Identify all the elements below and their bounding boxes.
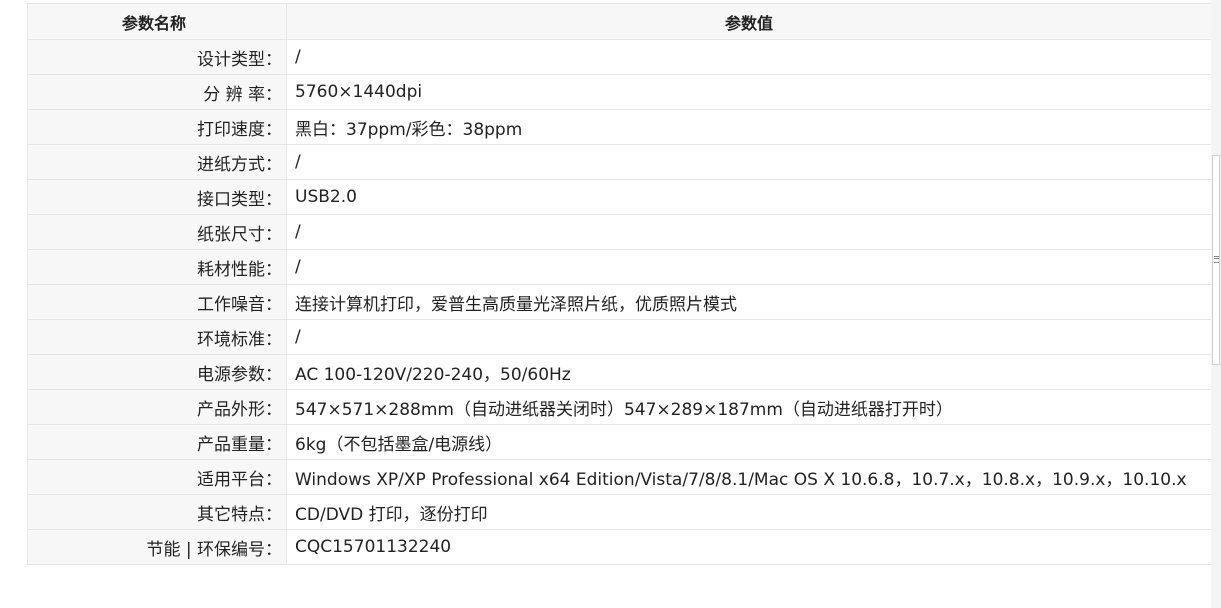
table-row: 接口类型： USB2.0 [27,179,1212,215]
vertical-scrollbar[interactable] [1211,0,1221,608]
param-value: Windows XP/XP Professional x64 Edition/V… [286,459,1212,495]
table-row: 分 辨 率： 5760×1440dpi [27,74,1212,110]
param-value: 连接计算机打印，爱普生高质量光泽照片纸，优质照片模式 [286,284,1212,320]
param-value: CQC15701132240 [286,529,1212,565]
param-name: 环境标准： [27,319,287,355]
table-row: 节能 | 环保编号： CQC15701132240 [27,529,1212,565]
param-value: / [286,144,1212,180]
param-name: 其它特点： [27,494,287,530]
table-row: 环境标准： / [27,319,1212,355]
param-name: 设计类型： [27,39,287,75]
table-row: 其它特点： CD/DVD 打印，逐份打印 [27,494,1212,530]
table-row: 适用平台： Windows XP/XP Professional x64 Edi… [27,459,1212,495]
table-row: 纸张尺寸： / [27,214,1212,250]
table-row: 打印速度： 黑白：37ppm/彩色：38ppm [27,109,1212,145]
table-row: 产品重量： 6kg（不包括墨盒/电源线） [27,424,1212,460]
table-row: 工作噪音： 连接计算机打印，爱普生高质量光泽照片纸，优质照片模式 [27,284,1212,320]
param-value: 6kg（不包括墨盒/电源线） [286,424,1212,460]
param-value: / [286,39,1212,75]
header-param-name: 参数名称 [27,3,287,40]
param-name: 分 辨 率： [27,74,287,110]
param-value: / [286,319,1212,355]
param-value: 5760×1440dpi [286,74,1212,110]
table-row: 设计类型： / [27,39,1212,75]
header-param-value: 参数值 [286,3,1212,40]
page-viewport: 参数名称 参数值 设计类型： / 分 辨 率： 5760×1440dpi 打印速… [0,0,1221,608]
param-name: 电源参数： [27,354,287,390]
grip-icon [1214,256,1219,263]
table-header-row: 参数名称 参数值 [27,3,1212,40]
param-name: 节能 | 环保编号： [27,529,287,565]
param-name: 产品外形： [27,389,287,425]
param-value: AC 100-120V/220-240，50/60Hz [286,354,1212,390]
param-value: 黑白：37ppm/彩色：38ppm [286,109,1212,145]
param-value: USB2.0 [286,179,1212,215]
param-value: CD/DVD 打印，逐份打印 [286,494,1212,530]
param-name: 工作噪音： [27,284,287,320]
param-value: 547×571×288mm（自动进纸器关闭时）547×289×187mm（自动进… [286,389,1212,425]
spec-table: 参数名称 参数值 设计类型： / 分 辨 率： 5760×1440dpi 打印速… [27,3,1212,565]
table-row: 进纸方式： / [27,144,1212,180]
table-row: 电源参数： AC 100-120V/220-240，50/60Hz [27,354,1212,390]
param-value: / [286,214,1212,250]
param-name: 适用平台： [27,459,287,495]
param-name: 接口类型： [27,179,287,215]
param-name: 耗材性能： [27,249,287,285]
table-row: 产品外形： 547×571×288mm（自动进纸器关闭时）547×289×187… [27,389,1212,425]
param-name: 打印速度： [27,109,287,145]
param-name: 纸张尺寸： [27,214,287,250]
table-row: 耗材性能： / [27,249,1212,285]
scrollbar-thumb[interactable] [1212,155,1220,365]
param-name: 进纸方式： [27,144,287,180]
param-value: / [286,249,1212,285]
param-name: 产品重量： [27,424,287,460]
